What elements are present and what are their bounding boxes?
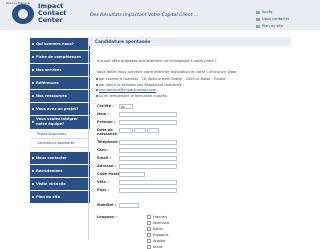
top-link-sitemap[interactable]: Plan du site	[256, 24, 283, 28]
label-ville: Ville :	[97, 180, 109, 184]
label-langues: Langues :	[97, 215, 117, 219]
top-link-access[interactable]: Accès	[256, 10, 272, 14]
sidebar-subitem-jobs[interactable]: Postes disponibles	[30, 130, 90, 139]
email-link[interactable]: recrutement@impactcontact.com	[96, 88, 279, 92]
label-civilite: Civilité :	[97, 104, 114, 108]
logo-icon	[12, 4, 34, 24]
sidebar-item-recruitment[interactable]: Recrutement	[30, 165, 90, 177]
ville-field[interactable]	[119, 180, 177, 185]
bullet-email: par mail à la direction des Ressources H…	[96, 83, 279, 87]
sidebar-item-join[interactable]: Vous voulez intégrer notre équipe?	[30, 116, 90, 129]
pays-field[interactable]	[119, 188, 177, 193]
label-telephone: Téléphone :	[97, 140, 121, 144]
adresse-field[interactable]	[119, 164, 177, 169]
sidebar-item-resources[interactable]: Nos ressources	[30, 90, 90, 102]
sidebar-item-project[interactable]: Vous avez un projet?	[30, 103, 90, 115]
lang-autre[interactable]: Autre	[147, 245, 162, 249]
telephone-field[interactable]	[119, 140, 177, 145]
lang-allemand[interactable]: Allemand	[147, 221, 169, 225]
sidebar-item-services[interactable]: Nos services	[30, 64, 90, 76]
mobilite-select[interactable]	[119, 203, 139, 208]
civilite-select[interactable]: Mr	[119, 104, 133, 109]
label-nom: Nom :	[97, 112, 109, 116]
bullet-mail: par courrier à l'adresse : 26, Avenue He…	[96, 77, 279, 81]
birth-day-select[interactable]	[119, 128, 133, 133]
label-gsm: Gsm :	[97, 148, 109, 152]
bullet-form: ou en remplissant le formulaire ci-après…	[96, 94, 279, 98]
birth-year-select[interactable]	[147, 128, 159, 133]
main-content: Candidature spontanée Aucune offre propo…	[88, 37, 291, 249]
sidebar-item-about[interactable]: Qui sommes nous?	[30, 38, 90, 50]
slogan: Des Résultats Impactant Votre Capital Cl…	[90, 13, 199, 18]
label-adresse: Adresse :	[97, 164, 116, 168]
sidebar-item-references[interactable]: Références	[30, 77, 90, 89]
label-pays: Pays :	[97, 188, 110, 192]
sidebar-subitem-application[interactable]: Candidature spontanée	[30, 139, 90, 148]
sidebar-item-contact[interactable]: Nous contacter	[30, 152, 90, 164]
sidebar-item-sitemap[interactable]: Plan du site	[30, 191, 90, 203]
label-mobilite: Mobilité :	[97, 203, 117, 207]
nom-field[interactable]	[119, 112, 177, 117]
lang-francais[interactable]: Français	[147, 215, 167, 219]
label-email: Email :	[97, 156, 111, 160]
lang-italien[interactable]: Italien	[147, 227, 164, 231]
email-field[interactable]	[119, 156, 177, 161]
prenom-field[interactable]	[119, 120, 177, 125]
logo-text: Impact Contact Center	[38, 2, 67, 24]
page-title: Candidature spontanée	[89, 37, 291, 46]
top-link-contact[interactable]: Nous contacter	[256, 17, 289, 21]
intro-text-2: Vous faites nous parvenir votre lettre d…	[97, 70, 239, 74]
lang-espagnol[interactable]: Espagnol	[147, 233, 168, 237]
gsm-field[interactable]	[119, 148, 177, 153]
code-postal-field[interactable]	[119, 172, 145, 177]
label-date-naissance: Date de naissance :	[97, 128, 118, 140]
birth-month-select[interactable]	[134, 128, 146, 133]
intro-text: Aucune offre proposée actuellement ne co…	[97, 59, 217, 63]
top-bar: Réseau Mécanik Impact Contact Center Des…	[0, 0, 320, 30]
sidebar-item-skills[interactable]: Fiche de compétences	[30, 51, 90, 63]
sidebar-item-virtual-tour[interactable]: Visite virtuelle	[30, 178, 90, 190]
label-prenom: Prénom :	[97, 120, 116, 124]
sidebar-nav: Qui sommes nous? Fiche de compétences No…	[30, 38, 90, 204]
